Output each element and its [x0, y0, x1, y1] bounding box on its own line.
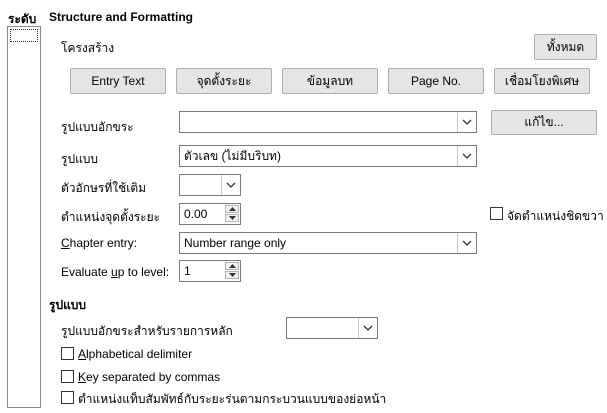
eval-level-value: 1: [184, 264, 191, 278]
key-separated-label: Key separated by commas: [78, 370, 221, 384]
tab-pos-spinbox[interactable]: 0.00: [179, 203, 241, 225]
alphabetical-delimiter-label: Alphabetical delimiter: [78, 347, 193, 361]
format-value: ตัวเลข (ไม่มีบริบท): [184, 148, 281, 163]
level-list-item[interactable]: [10, 29, 38, 42]
align-right-label: จัดตำแหน่งชิดขวา: [507, 209, 604, 223]
increment-icon[interactable]: [225, 205, 239, 213]
chevron-down-icon: [221, 175, 240, 195]
chapter-entry-select[interactable]: Number range only: [179, 232, 477, 254]
alphabetical-delimiter-checkbox[interactable]: [61, 347, 74, 360]
page-no-button[interactable]: Page No.: [388, 68, 484, 94]
chevron-down-icon: [457, 233, 476, 253]
align-right-checkbox[interactable]: [490, 207, 503, 220]
fill-char-label: ตัวอักษรที่ใช้เติม: [61, 181, 147, 195]
tab-relative-checkbox[interactable]: [61, 391, 74, 404]
chevron-down-icon: [457, 146, 476, 166]
main-entries-label: รูปแบบอักขระสำหรับรายการหลัก: [61, 324, 233, 338]
format-section-title: รูปแบบ: [49, 298, 87, 312]
tab-relative-label: ตำแหน่งแท็บสัมพัทธ์กับระยะร่นตามกระบวนแบ…: [78, 392, 387, 406]
tab-pos-label: ตำแหน่งจุดตั้งระยะ: [61, 210, 161, 224]
tab-stop-button[interactable]: จุดตั้งระยะ: [176, 68, 272, 94]
char-style-label: รูปแบบอักขระ: [61, 120, 134, 134]
structure-title: Structure and Formatting: [49, 10, 194, 24]
format-label: รูปแบบ: [61, 152, 99, 166]
fill-char-select[interactable]: [179, 174, 241, 196]
char-style-select[interactable]: [179, 111, 477, 133]
chapter-entry-value: Number range only: [184, 236, 287, 250]
decrement-icon[interactable]: [225, 271, 239, 279]
chevron-down-icon: [457, 112, 476, 132]
chapter-info-button[interactable]: ข้อมูลบท: [282, 68, 378, 94]
entry-text-label: Entry Text: [91, 74, 145, 88]
main-entries-select[interactable]: [286, 317, 378, 339]
level-list[interactable]: [7, 26, 41, 408]
structure-subtitle: โครงสร้าง: [61, 41, 115, 55]
entry-text-button[interactable]: Entry Text: [70, 68, 166, 94]
increment-icon[interactable]: [225, 262, 239, 270]
all-button[interactable]: ทั้งหมด: [534, 34, 597, 60]
key-separated-checkbox[interactable]: [61, 370, 74, 383]
format-select[interactable]: ตัวเลข (ไม่มีบริบท): [179, 145, 477, 167]
chapter-entry-label: Chapter entry:: [61, 236, 138, 250]
edit-button[interactable]: แก้ไข...: [491, 110, 597, 135]
eval-level-spinbox[interactable]: 1: [179, 260, 241, 282]
hyperlink-button[interactable]: เชื่อมโยงพิเศษ: [494, 68, 590, 94]
eval-level-label: Evaluate up to level:: [61, 265, 170, 279]
tab-pos-value: 0.00: [184, 207, 208, 221]
decrement-icon[interactable]: [225, 214, 239, 222]
chevron-down-icon: [358, 318, 377, 338]
